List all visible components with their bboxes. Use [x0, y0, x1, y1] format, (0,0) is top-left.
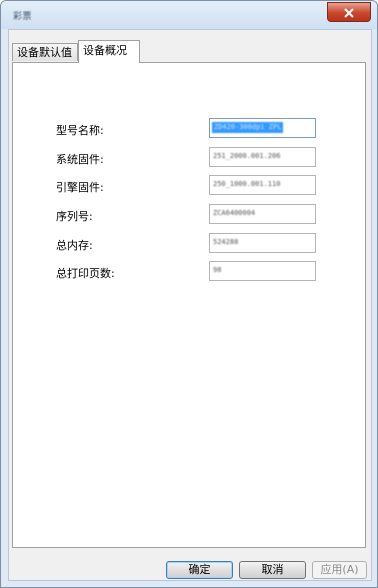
system-firmware-value: 251_2000.001.206 — [213, 152, 281, 160]
engine-firmware-value: 250_1000.001.110 — [213, 180, 281, 188]
window-title: 彩票 — [13, 12, 33, 22]
total-prints-field[interactable]: 98 — [209, 261, 316, 281]
field-row-engine-firmware: 引擎固件: 250_1000.001.110 — [13, 175, 367, 197]
field-row-system-firmware: 系统固件: 251_2000.001.206 — [13, 147, 367, 169]
close-icon — [343, 3, 355, 22]
close-button[interactable] — [327, 2, 371, 22]
engine-firmware-field[interactable]: 250_1000.001.110 — [209, 175, 316, 195]
total-prints-value: 98 — [213, 266, 222, 274]
tab-device-overview[interactable]: 设备概况 — [78, 40, 140, 63]
field-row-serial: 序列号: ZCA6400004 — [13, 204, 367, 226]
tab-device-defaults[interactable]: 设备默认值 — [12, 43, 78, 61]
field-row-model: 型号名称: ZD420-300dpi ZPL — [13, 118, 367, 140]
engine-firmware-label: 引擎固件: — [56, 181, 104, 194]
cancel-button[interactable]: 取消 — [239, 561, 306, 579]
total-memory-label: 总内存: — [56, 239, 93, 252]
serial-number-label: 序列号: — [56, 210, 93, 223]
field-row-print-count: 总打印页数: 98 — [13, 261, 367, 283]
total-prints-label: 总打印页数: — [56, 267, 115, 280]
model-name-field[interactable]: ZD420-300dpi ZPL — [209, 118, 316, 138]
ok-button[interactable]: 确定 — [166, 561, 233, 579]
serial-number-value: ZCA6400004 — [213, 209, 256, 217]
properties-dialog: 彩票 设备默认值 设备概况 型号名称: ZD420-300dpi ZPL 系统固… — [0, 0, 378, 588]
system-firmware-field[interactable]: 251_2000.001.206 — [209, 147, 316, 167]
serial-number-field[interactable]: ZCA6400004 — [209, 204, 316, 224]
model-name-label: 型号名称: — [56, 124, 104, 137]
overview-panel: 型号名称: ZD420-300dpi ZPL 系统固件: 251_2000.00… — [12, 62, 366, 548]
system-firmware-label: 系统固件: — [56, 153, 104, 166]
tab-strip: 设备默认值 设备概况 — [12, 40, 368, 63]
title-bar[interactable]: 彩票 — [1, 1, 377, 29]
total-memory-value: 524288 — [213, 238, 239, 246]
apply-button[interactable]: 应用(A) — [312, 561, 367, 579]
field-row-memory: 总内存: 524288 — [13, 233, 367, 255]
total-memory-field[interactable]: 524288 — [209, 233, 316, 253]
model-name-value: ZD420-300dpi ZPL — [212, 122, 284, 133]
dialog-client: 设备默认值 设备概况 型号名称: ZD420-300dpi ZPL 系统固件: … — [8, 29, 372, 581]
